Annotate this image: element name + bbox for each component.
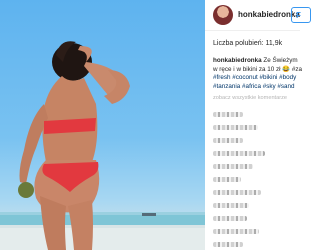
blurred-comment xyxy=(213,216,247,221)
post-side-panel: honkabiedronka F Liczba polubień: 11,9k … xyxy=(205,0,311,250)
blurred-comment xyxy=(213,242,243,247)
avatar[interactable] xyxy=(213,5,233,25)
blurred-comment xyxy=(213,177,241,182)
post-caption: honkabiedronka Ze Świeżym w ręce i w bik… xyxy=(213,57,320,91)
blurred-comment xyxy=(213,229,259,234)
blurred-comment xyxy=(213,112,243,117)
blurred-comment xyxy=(213,164,253,169)
blurred-comment xyxy=(213,203,249,208)
beach-photo-illustration xyxy=(0,41,205,250)
blurred-comment xyxy=(213,125,258,130)
caption-line-2: w ręce i w bikini za 10 zł 😂 #za xyxy=(213,65,303,73)
likes-count[interactable]: Liczba polubień: 11,9k xyxy=(213,40,282,47)
caption-hashtags-2[interactable]: #tanzania #africa #sky #sand xyxy=(213,83,295,90)
caption-line-1: Ze Świeżym xyxy=(261,57,298,64)
caption-username[interactable]: honkabiedronka xyxy=(213,57,262,64)
follow-button[interactable]: F xyxy=(291,7,311,23)
post-photo[interactable] xyxy=(0,0,205,250)
blurred-comment xyxy=(213,151,265,156)
blurred-comment xyxy=(213,190,261,195)
blurred-comment xyxy=(213,138,243,143)
post-header: honkabiedronka F xyxy=(205,0,311,31)
show-all-comments-link[interactable]: zobacz wszystkie komentarze xyxy=(213,95,287,101)
caption-hashtags-1[interactable]: #fresh #coconut #bikini #body xyxy=(213,74,296,81)
